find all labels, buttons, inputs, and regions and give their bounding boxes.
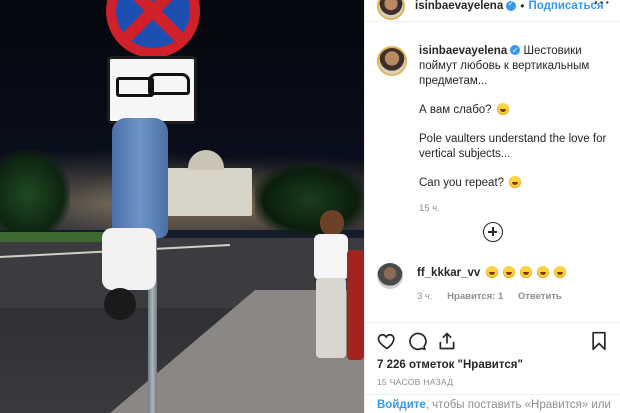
save-bookmark-icon[interactable] (589, 331, 609, 351)
login-link[interactable]: Войдите (377, 399, 426, 411)
caption-avatar[interactable] (377, 46, 407, 76)
trees-left (0, 150, 70, 240)
post-actions: 7 226 отметок "Нравится" 15 ЧАСОВ НАЗАД (365, 322, 620, 387)
laughing-emoji-icon (485, 266, 498, 278)
laughing-emoji-icon (554, 266, 567, 278)
commenter-avatar[interactable] (377, 263, 403, 289)
person-in-red (347, 250, 364, 360)
laughing-emoji-icon (537, 266, 550, 278)
commenter-username[interactable]: ff_kkkar_vv (417, 267, 480, 279)
laughing-emoji-icon (519, 266, 532, 278)
laughing-emoji-icon (509, 176, 522, 188)
heart-icon[interactable] (377, 331, 397, 351)
author-username[interactable]: isinbaevayelena (415, 0, 503, 12)
laughing-emoji-icon (502, 266, 515, 278)
upside-down-person-legs (112, 118, 168, 238)
load-more-comments-icon[interactable] (483, 222, 503, 242)
login-prompt: Войдите, чтобы поставить «Нравится» или (365, 394, 620, 413)
verified-badge-icon (506, 0, 517, 11)
post-photo[interactable] (0, 0, 364, 413)
likes-count[interactable]: 7 226 отметок "Нравится" (377, 359, 609, 371)
caption-line-4: Can you repeat? (419, 177, 505, 189)
tow-away-plate (107, 56, 197, 124)
post-side-panel: isinbaevayelena • Подписаться ··· isinba… (364, 0, 620, 413)
reply-button[interactable]: Ответить (518, 291, 562, 302)
share-icon[interactable] (437, 331, 457, 351)
laughing-emoji-icon (496, 103, 509, 115)
author-avatar[interactable] (377, 0, 405, 20)
woman-with-phone (310, 210, 352, 360)
upside-down-person-shirt (102, 228, 156, 290)
comment-likes[interactable]: Нравится: 1 (447, 291, 503, 302)
verified-badge-icon (510, 43, 521, 58)
login-prompt-text: , чтобы поставить «Нравится» или (425, 399, 611, 411)
caption-username[interactable]: isinbaevayelena (419, 45, 507, 57)
post-time-ago[interactable]: 15 ЧАСОВ НАЗАД (377, 377, 609, 387)
building (160, 150, 252, 216)
upside-down-person-head (104, 288, 136, 320)
caption-line-2: А вам слабо? (419, 104, 492, 116)
caption-time[interactable]: 15 ч. (419, 201, 609, 216)
post-header: isinbaevayelena • Подписаться ··· (365, 0, 620, 22)
post-caption: isinbaevayelena Шестовики поймут любовь … (377, 43, 611, 216)
separator-dot: • (520, 0, 525, 13)
comment-time[interactable]: 3 ч. (417, 291, 433, 302)
caption-line-3: Pole vaulters understand the love for ve… (419, 133, 607, 160)
follow-button[interactable]: Подписаться (528, 0, 603, 12)
comment-icon[interactable] (407, 331, 427, 351)
more-options-icon[interactable]: ··· (594, 0, 611, 10)
no-parking-sign-inner (116, 0, 190, 48)
